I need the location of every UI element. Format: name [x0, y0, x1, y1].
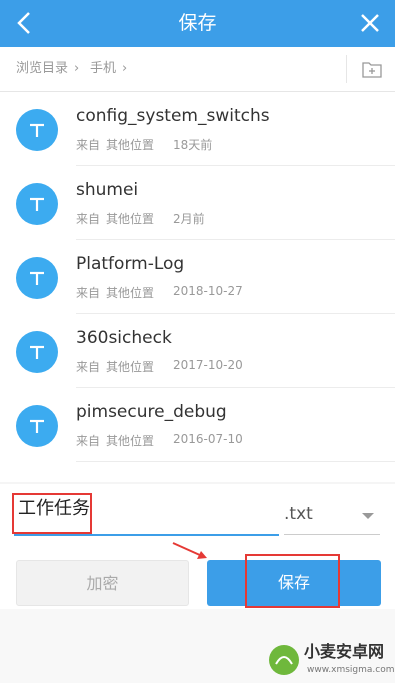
breadcrumb: 浏览目录 › 手机 ›: [0, 47, 395, 92]
save-button[interactable]: 保存: [207, 560, 381, 606]
file-type-icon: [16, 109, 58, 151]
file-source-label: 来自: [76, 360, 101, 374]
file-source-label: 来自: [76, 212, 101, 226]
list-item[interactable]: shumei 来自 其他位置 2月前: [0, 166, 395, 240]
footer-area: 小麦安卓网 www.xmsigma.com: [0, 609, 395, 683]
filename-input[interactable]: [14, 492, 279, 522]
list-item[interactable]: 360sicheck 来自 其他位置 2017-10-20: [0, 314, 395, 388]
watermark-title: 小麦安卓网: [304, 642, 385, 661]
watermark-url: www.xmsigma.com: [307, 665, 395, 675]
list-item[interactable]: Platform-Log 来自 其他位置 2018-10-27: [0, 240, 395, 314]
new-folder-icon[interactable]: [362, 60, 382, 78]
file-source: 其他位置: [106, 286, 155, 300]
close-icon[interactable]: [355, 8, 385, 38]
file-source-label: 来自: [76, 138, 101, 152]
encrypt-button[interactable]: 加密: [16, 560, 189, 606]
file-source-label: 来自: [76, 434, 101, 448]
breadcrumb-separator: ›: [122, 61, 128, 76]
file-source-label: 来自: [76, 286, 101, 300]
filename-underline: [14, 534, 279, 536]
extension-select[interactable]: .txt: [284, 496, 380, 535]
file-source: 其他位置: [106, 212, 155, 226]
file-source: 其他位置: [106, 360, 155, 374]
file-date: 2016-07-10: [173, 432, 243, 446]
list-item[interactable]: config_system_switchs 来自 其他位置 18天前: [0, 92, 395, 166]
breadcrumb-item-browse[interactable]: 浏览目录: [16, 47, 68, 91]
file-date: 18天前: [173, 138, 213, 152]
chevron-down-icon: [362, 513, 374, 519]
divider: [76, 461, 395, 462]
file-date: 2018-10-27: [173, 284, 243, 298]
file-type-icon: [16, 257, 58, 299]
extension-value: .txt: [284, 504, 313, 524]
file-name: shumei: [76, 180, 139, 200]
file-name: 360sicheck: [76, 328, 172, 348]
divider: [346, 55, 347, 83]
file-date: 2017-10-20: [173, 358, 243, 372]
breadcrumb-item-phone[interactable]: 手机: [90, 47, 116, 91]
page-title: 保存: [178, 12, 217, 34]
file-name: config_system_switchs: [76, 106, 270, 126]
file-type-icon: [16, 405, 58, 447]
file-list[interactable]: config_system_switchs 来自 其他位置 18天前 shume…: [0, 92, 395, 482]
file-name: pimsecure_debug: [76, 402, 227, 422]
file-type-icon: [16, 331, 58, 373]
annotation-arrow-icon: [172, 542, 207, 559]
file-source: 其他位置: [106, 138, 155, 152]
breadcrumb-separator: ›: [74, 61, 80, 76]
file-date: 2月前: [173, 212, 205, 226]
title-bar: 保存: [0, 0, 395, 47]
file-source: 其他位置: [106, 434, 155, 448]
file-name: Platform-Log: [76, 254, 185, 274]
watermark-logo-icon: [269, 645, 299, 675]
list-item[interactable]: pimsecure_debug 来自 其他位置 2016-07-10: [0, 388, 395, 462]
file-type-icon: [16, 183, 58, 225]
